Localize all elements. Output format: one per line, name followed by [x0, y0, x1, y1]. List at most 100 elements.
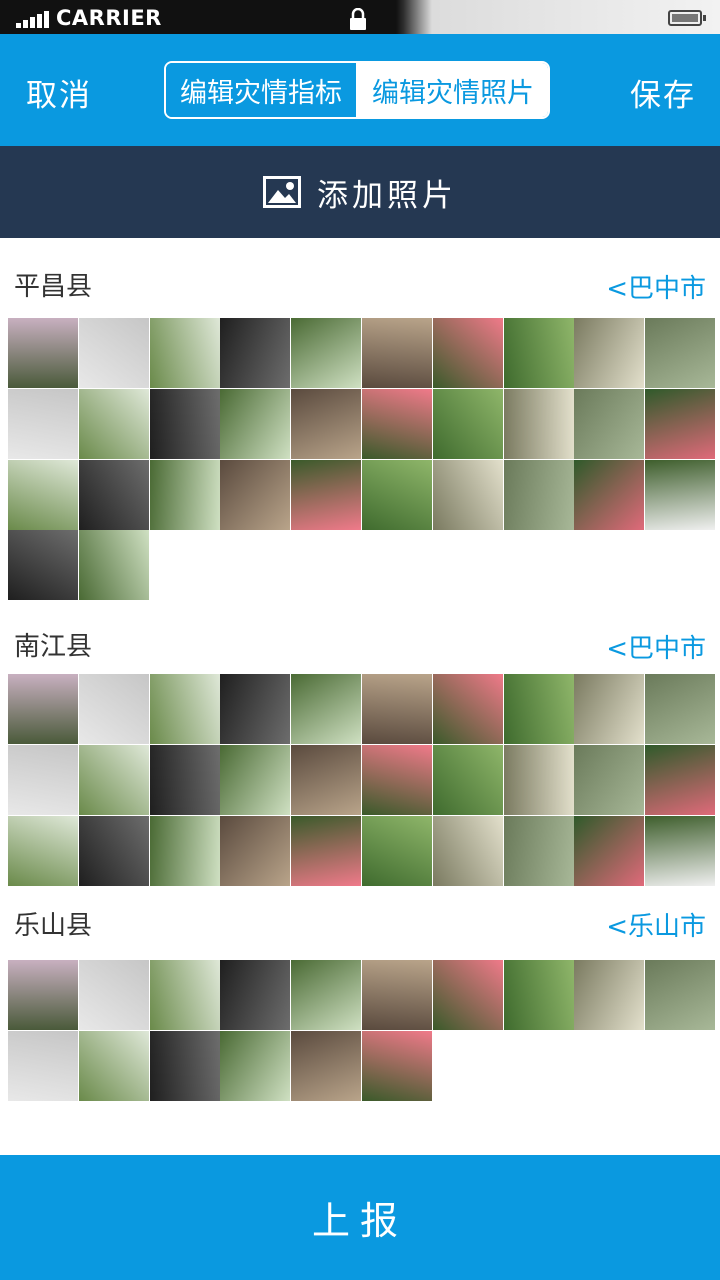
photo-thumbnail[interactable]	[220, 960, 291, 1030]
photo-thumbnail[interactable]	[78, 388, 149, 459]
photo-thumbnail[interactable]	[574, 960, 645, 1030]
photo-thumbnail[interactable]	[291, 815, 362, 886]
photo-thumbnail[interactable]	[291, 744, 362, 815]
photo-thumbnail[interactable]	[8, 459, 78, 530]
photo-thumbnail[interactable]	[362, 960, 432, 1030]
photo-thumbnail[interactable]	[574, 459, 645, 530]
cancel-button[interactable]: 取消	[26, 70, 92, 115]
tab-edit-photos[interactable]: 编辑灾情照片	[358, 63, 548, 117]
photo-thumbnail[interactable]	[220, 459, 291, 530]
photo-thumbnail[interactable]	[8, 674, 78, 744]
photo-thumbnail[interactable]	[78, 318, 149, 388]
photo-thumbnail[interactable]	[503, 815, 574, 886]
nav-bar: 取消 编辑灾情指标 编辑灾情照片 保存	[0, 34, 720, 146]
photo-thumbnail[interactable]	[574, 815, 645, 886]
photo-thumbnail[interactable]	[8, 744, 78, 815]
photo-thumbnail[interactable]	[432, 388, 503, 459]
photo-thumbnail[interactable]	[220, 1030, 291, 1101]
photo-thumbnail[interactable]	[78, 960, 149, 1030]
photo-thumbnail[interactable]	[432, 674, 503, 744]
photo-thumbnail[interactable]	[503, 960, 574, 1030]
lock-icon	[350, 8, 366, 30]
photo-thumbnail[interactable]	[645, 674, 716, 744]
photo-thumbnail[interactable]	[149, 459, 220, 530]
tab-edit-indicators[interactable]: 编辑灾情指标	[166, 63, 358, 117]
photo-thumbnail[interactable]	[149, 388, 220, 459]
photo-thumbnail[interactable]	[574, 388, 645, 459]
photo-thumbnail[interactable]	[645, 388, 716, 459]
photo-thumbnail[interactable]	[220, 744, 291, 815]
photo-thumbnail[interactable]	[432, 960, 503, 1030]
photo-thumbnail[interactable]	[220, 318, 291, 388]
photo-thumbnail[interactable]	[291, 674, 362, 744]
battery-icon	[668, 10, 706, 26]
photo-thumbnail[interactable]	[503, 318, 574, 388]
photo-thumbnail[interactable]	[362, 674, 432, 744]
photo-thumbnail[interactable]	[291, 318, 362, 388]
photo-thumbnail[interactable]	[503, 744, 574, 815]
section-county-3: 乐山县	[14, 911, 93, 941]
photo-thumbnail[interactable]	[645, 744, 716, 815]
photo-thumbnail[interactable]	[78, 744, 149, 815]
photo-thumbnail[interactable]	[645, 815, 716, 886]
photo-thumbnail[interactable]	[503, 459, 574, 530]
photo-thumbnail[interactable]	[149, 815, 220, 886]
photo-thumbnail[interactable]	[8, 960, 78, 1030]
photo-thumbnail[interactable]	[291, 459, 362, 530]
photo-thumbnail[interactable]	[78, 815, 149, 886]
photo-thumbnail[interactable]	[149, 1030, 220, 1101]
photo-thumbnail[interactable]	[432, 815, 503, 886]
photo-thumbnail[interactable]	[503, 388, 574, 459]
photo-thumbnail[interactable]	[503, 674, 574, 744]
photo-thumbnail[interactable]	[291, 1030, 362, 1101]
photo-thumbnail[interactable]	[362, 388, 432, 459]
section-county-2: 南江县	[14, 632, 93, 662]
photo-thumbnail[interactable]	[362, 1030, 432, 1101]
photo-thumbnail[interactable]	[220, 674, 291, 744]
photo-grid-3	[8, 960, 716, 1102]
photo-thumbnail[interactable]	[362, 459, 432, 530]
photo-grid-1	[8, 318, 716, 601]
photo-thumbnail[interactable]	[149, 674, 220, 744]
photo-thumbnail[interactable]	[149, 960, 220, 1030]
photo-thumbnail[interactable]	[362, 815, 432, 886]
photo-thumbnail[interactable]	[432, 459, 503, 530]
add-photo-button[interactable]: 添加照片	[0, 146, 720, 238]
status-bar: CARRIER	[0, 0, 720, 34]
photo-thumbnail[interactable]	[432, 318, 503, 388]
photo-thumbnail[interactable]	[78, 674, 149, 744]
photo-thumbnail[interactable]	[8, 388, 78, 459]
section-county-1: 平昌县	[14, 272, 93, 302]
photo-thumbnail[interactable]	[291, 388, 362, 459]
photo-thumbnail[interactable]	[220, 388, 291, 459]
section-city-link-2[interactable]: <巴中市	[606, 628, 706, 665]
photo-thumbnail[interactable]	[78, 459, 149, 530]
photo-thumbnail[interactable]	[78, 530, 149, 601]
photo-thumbnail[interactable]	[645, 459, 716, 530]
photo-thumbnail[interactable]	[645, 318, 716, 388]
photo-thumbnail[interactable]	[8, 530, 78, 601]
photo-thumbnail[interactable]	[574, 744, 645, 815]
save-button[interactable]: 保存	[630, 70, 696, 115]
photo-grid-2	[8, 674, 716, 886]
photo-thumbnail[interactable]	[291, 960, 362, 1030]
photo-thumbnail[interactable]	[220, 815, 291, 886]
photo-thumbnail[interactable]	[8, 815, 78, 886]
photo-thumbnail[interactable]	[432, 744, 503, 815]
signal-icon	[16, 10, 52, 28]
image-icon	[263, 176, 301, 208]
photo-thumbnail[interactable]	[574, 674, 645, 744]
add-photo-label: 添加照片	[317, 177, 457, 214]
section-city-link-1[interactable]: <巴中市	[606, 268, 706, 305]
photo-thumbnail[interactable]	[362, 744, 432, 815]
photo-thumbnail[interactable]	[8, 1030, 78, 1101]
photo-thumbnail[interactable]	[362, 318, 432, 388]
photo-thumbnail[interactable]	[149, 318, 220, 388]
photo-thumbnail[interactable]	[8, 318, 78, 388]
report-button[interactable]: 上报	[0, 1155, 720, 1280]
photo-thumbnail[interactable]	[149, 744, 220, 815]
photo-thumbnail[interactable]	[645, 960, 716, 1030]
photo-thumbnail[interactable]	[574, 318, 645, 388]
section-city-link-3[interactable]: <乐山市	[606, 906, 706, 943]
photo-thumbnail[interactable]	[78, 1030, 149, 1101]
